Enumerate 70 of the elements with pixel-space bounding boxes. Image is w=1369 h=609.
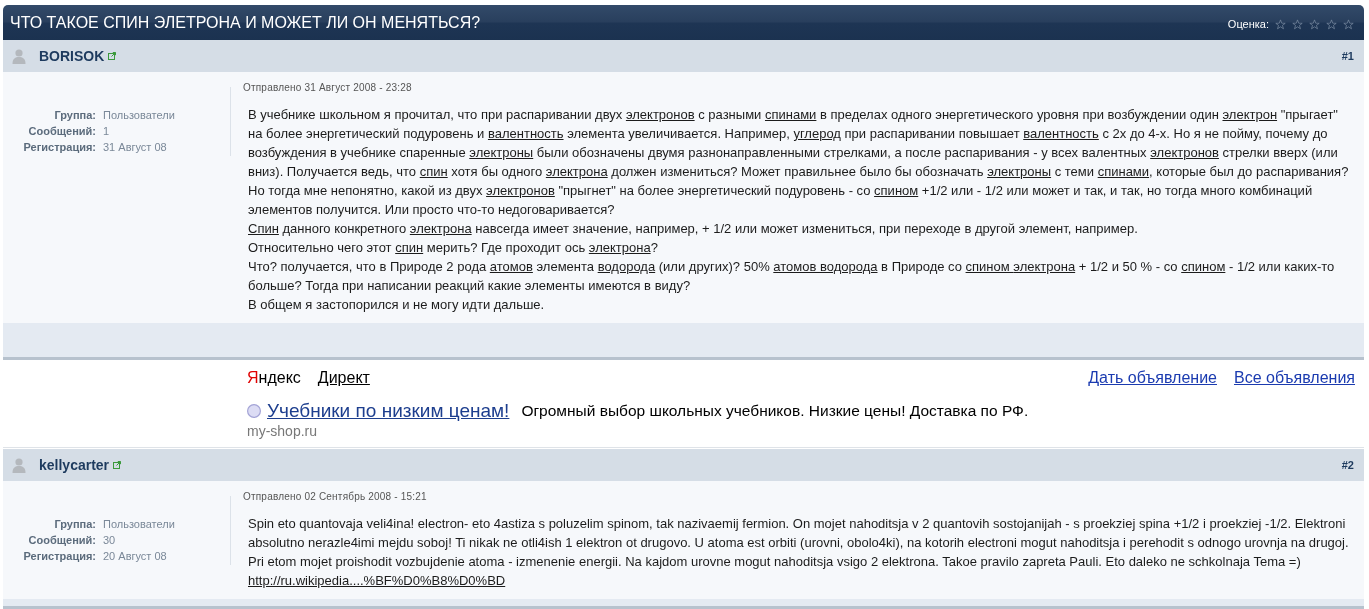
- text-link[interactable]: электрон: [1222, 107, 1278, 122]
- external-link-icon[interactable]: [113, 461, 122, 469]
- post-paragraph: В учебнике школьном я прочитал, что при распаривании двух электронов с разными спинами в пределах одного энергетического уровня при возбуждении один электрон "прыгает" на более энергетический подуровень и валентность элемента увеличивается. Например, углерод при распаривании повышает валентность с 2х до 4-х. Но я не пойму, почему до возбуждения в учебнике спаренные электроны были обозначены двумя разнонаправленными стрелками, а после распаривания - у всех валентных электронов стрелки вверх (или вниз). Получается ведь, что спин хотя бы одного электрона должен измениться? Может правильнее было бы обозначать электроны с теми спинами, которые был до распаривания? Но тогда мне непонятно, какой из двух электронов "прыгнет" на более энергетический подуровень - со спином +1/2 или - 1/2 или может и так, и так, но тогда много комбинаций элементов получится. Или просто что-то недоговаривается?: [248, 106, 1350, 219]
- text-link[interactable]: спином: [965, 259, 1014, 274]
- text-link[interactable]: атомов: [489, 259, 533, 274]
- post-number-link[interactable]: #1: [1341, 50, 1354, 62]
- text-link[interactable]: электронов: [486, 183, 555, 198]
- text-link[interactable]: спинами: [1097, 164, 1150, 179]
- text-link[interactable]: углерод: [793, 126, 841, 141]
- ad-network-label: Яндекс: [247, 369, 301, 387]
- star-icon[interactable]: [1309, 18, 1320, 30]
- ad-action-link[interactable]: Все объявления: [1234, 369, 1355, 387]
- text-link[interactable]: водорода: [597, 259, 656, 274]
- text-link[interactable]: Спин: [248, 221, 279, 236]
- post-paragraph: Относительно чего этот спин мерить? Где проходит ось электрона?: [248, 239, 659, 257]
- user-silhouette-icon: [11, 457, 27, 473]
- text-link[interactable]: электрона: [1013, 259, 1076, 274]
- user-silhouette-icon: [11, 48, 27, 64]
- post-paragraph: Что? получается, что в Природе 2 рода атомов элемента водорода (или других)? 50% атомов водорода в Природе со спином электрона + 1/2 и 50 % - со спином - 1/2 или каких-то больше? Тогда при написании реакций какие элементы имеются в виду?: [248, 258, 1336, 295]
- text-link[interactable]: спин: [419, 164, 448, 179]
- post-number-link[interactable]: #2: [1341, 459, 1354, 471]
- ad-description: Огромный выбор школьных учебников. Низкие цены! Доставка по РФ.: [521, 402, 1029, 420]
- author-link[interactable]: kellycarter: [39, 457, 110, 473]
- text-link[interactable]: электронов: [625, 107, 695, 122]
- text-link[interactable]: атомов: [773, 259, 820, 274]
- text-link[interactable]: валентность: [1023, 126, 1099, 141]
- star-icon[interactable]: [1326, 18, 1337, 30]
- external-link-icon[interactable]: [108, 52, 117, 60]
- text-link[interactable]: электрона: [588, 240, 651, 255]
- text-link[interactable]: валентность: [487, 126, 564, 141]
- author-link[interactable]: BORISOK: [39, 48, 105, 64]
- text-link[interactable]: электрона: [409, 221, 472, 236]
- ad-title-link[interactable]: Учебники по низким ценам!: [267, 400, 510, 422]
- info-label: Регистрация:: [22, 140, 96, 155]
- rating-label: Оценка:: [1227, 18, 1269, 30]
- star-icon[interactable]: [1275, 18, 1286, 30]
- text-link[interactable]: электронов: [1150, 145, 1219, 160]
- ad-action-link[interactable]: Дать объявление: [1088, 369, 1217, 387]
- star-icon[interactable]: [1343, 18, 1354, 30]
- post-paragraph: Spin eto quantovaja veli4ina! electron- eto 4astiza s poluzelim spinom, tak nazivaemij fermion. On mojet nahoditsja v 2 quantovih sostojanijah - s proekziej spina +1/2 i proekziej -1/2. Elektroni absolutno nerazle4imi mejdu soboj! Ti nikak ne otli4ish 1 elektron ot drugovo. U atoma est orbiti (urovni, obolo4ki), na kotorih electroni mogut nahoditsja i perehodit s odnogo urovnja na drugoj. Pri etom mojet proishodit vozbujdenie atoma - izmenenie energii. Na kajdom urovne mogut nahoditsja vsigo 2 elektrona. Takoe pravilo zapreta Pauli. Eto daleko ne schkolnaja Tema =) http://ru.wikipedia....%BF%D0%B8%D0%BD: [248, 515, 1350, 590]
- post-date: Отправлено 31 Август 2008 - 23:28: [243, 81, 413, 95]
- post-paragraph: Спин данного конкретного электрона навсегда имеет значение, например, + 1/2 или может измениться, при переходе в другой элемент, например.: [248, 220, 1139, 238]
- text-link[interactable]: электроны: [469, 145, 534, 160]
- text-link[interactable]: водорода: [820, 259, 878, 274]
- ad-service-link[interactable]: Директ: [317, 369, 370, 387]
- info-label: Группа:: [53, 517, 96, 532]
- text-link[interactable]: электроны: [987, 164, 1052, 179]
- info-value: 1: [103, 124, 110, 139]
- text-link[interactable]: спинами: [764, 107, 817, 122]
- text-link[interactable]: http://ru.wikipedia....%BF%D0%B8%D0%BD: [248, 573, 506, 588]
- info-value: 30: [103, 533, 116, 548]
- text-link[interactable]: спином: [1181, 259, 1226, 274]
- post-paragraph: В общем я застопорился и не могу идти дальше.: [248, 296, 546, 314]
- info-label: Группа:: [53, 108, 96, 123]
- topic-title: ЧТО ТАКОЕ СПИН ЭЛЕТРОНА И МОЖЕТ ЛИ ОН МЕНЯТЬСЯ?: [10, 13, 481, 32]
- info-value: 31 Август 08: [103, 140, 167, 155]
- star-icon[interactable]: [1292, 18, 1303, 30]
- info-label: Сообщений:: [27, 533, 96, 548]
- post-date: Отправлено 02 Сентябрь 2008 - 15:21: [243, 490, 428, 504]
- info-label: Сообщений:: [27, 124, 96, 139]
- info-value: Пользователи: [103, 108, 175, 123]
- text-link[interactable]: электрона: [545, 164, 608, 179]
- ad-domain: my-shop.ru: [247, 424, 319, 439]
- text-link[interactable]: спин: [395, 240, 424, 255]
- info-value: 20 Август 08: [103, 549, 167, 564]
- info-value: Пользователи: [103, 517, 175, 532]
- text-link[interactable]: спином: [874, 183, 919, 198]
- info-label: Регистрация:: [22, 549, 96, 564]
- star-rating[interactable]: [1275, 18, 1354, 30]
- circle-bullet-icon: [247, 404, 261, 418]
